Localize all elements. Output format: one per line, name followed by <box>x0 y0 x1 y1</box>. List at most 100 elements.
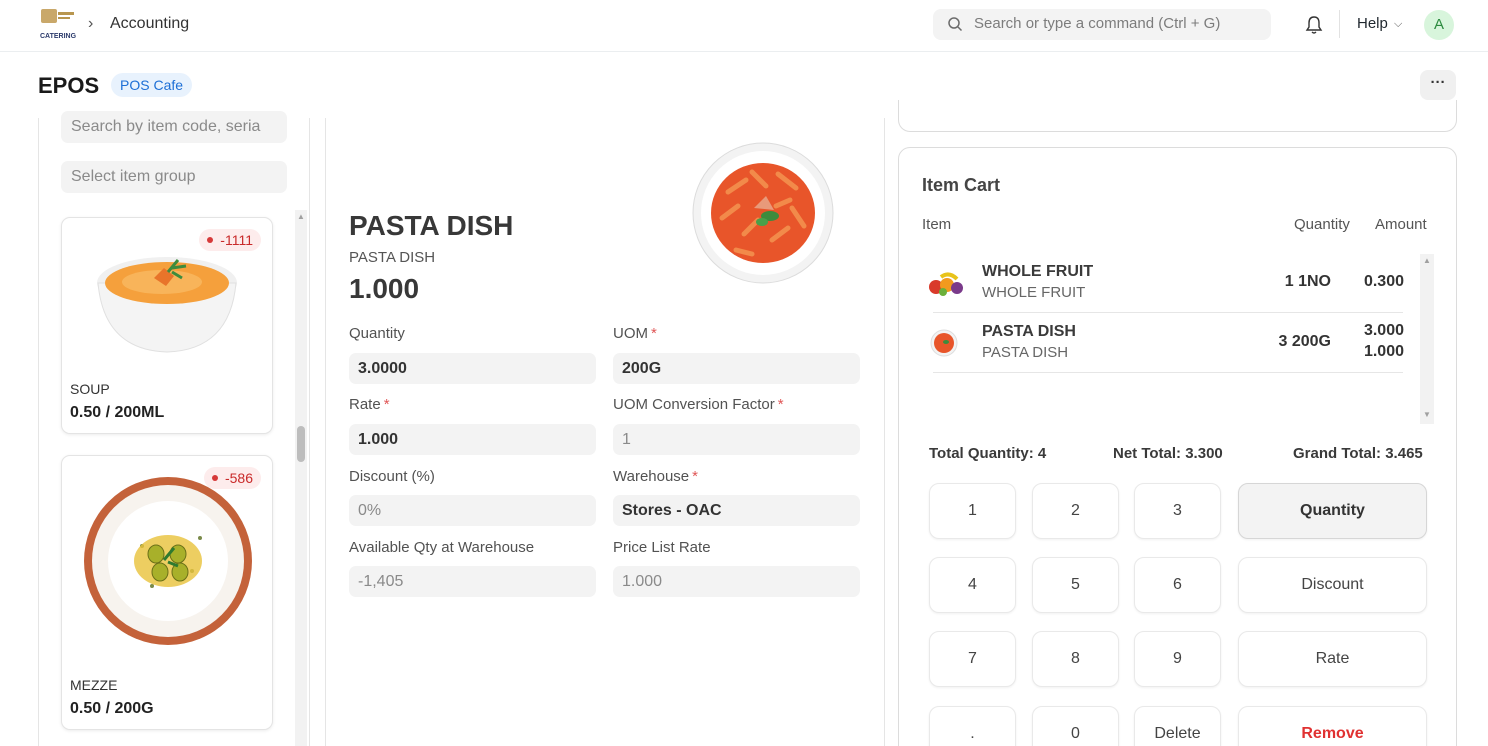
notification-bell-icon[interactable] <box>1304 14 1324 36</box>
item-details: PASTA DISH PASTA DISH 1.000 Quantity 3.0… <box>325 118 885 746</box>
awesomebar-search[interactable]: Search or type a command (Ctrl + G) <box>933 9 1271 40</box>
scrollbar-thumb[interactable] <box>297 426 305 462</box>
keypad-9-button[interactable]: 9 <box>1134 631 1221 687</box>
navbar-divider <box>1339 10 1340 38</box>
keypad-8-button[interactable]: 8 <box>1032 631 1119 687</box>
discount-field[interactable]: 0% <box>349 495 596 526</box>
chevron-down-icon[interactable]: ⌵ <box>1394 18 1402 31</box>
label-text: UOM Conversion Factor <box>613 396 775 413</box>
rate-field[interactable]: 1.000 <box>349 424 596 455</box>
keypad-dot-button[interactable]: . <box>929 706 1016 746</box>
company-logo[interactable]: CATERING <box>38 8 78 42</box>
item-image <box>692 142 834 284</box>
cart-item-rate: 1.000 <box>1363 343 1404 360</box>
total-quantity: Total Quantity: 4 <box>929 445 1047 462</box>
breadcrumb-chevron-icon: › <box>88 15 94 32</box>
keypad-1-button[interactable]: 1 <box>929 483 1016 539</box>
page-title: EPOS <box>38 73 100 98</box>
remove-item-button[interactable]: Remove <box>1238 706 1427 746</box>
item-name: MEZZE <box>70 677 118 693</box>
required-mark: * <box>777 396 784 413</box>
more-actions-button[interactable]: ··· <box>1420 70 1456 100</box>
keypad-0-button[interactable]: 0 <box>1032 706 1119 746</box>
uom-field[interactable]: 200G <box>613 353 860 384</box>
label-text: Quantity <box>349 325 405 342</box>
stock-status-dot-icon <box>211 475 218 482</box>
keypad-delete-button[interactable]: Delete <box>1134 706 1221 746</box>
rate-label: Rate * <box>349 396 390 413</box>
keypad-4-button[interactable]: 4 <box>929 557 1016 613</box>
scroll-up-arrow-icon[interactable]: ▲ <box>297 212 305 221</box>
stock-badge: -1111 <box>199 229 261 251</box>
item-card-mezze[interactable]: -586 MEZZE 0.50 / 200G <box>61 455 273 730</box>
keypad-7-button[interactable]: 7 <box>929 631 1016 687</box>
label-text: Price List Rate <box>613 539 711 556</box>
label-text: UOM <box>613 325 648 342</box>
keypad-5-button[interactable]: 5 <box>1032 557 1119 613</box>
stock-value: -586 <box>224 470 253 486</box>
navbar: CATERING › Accounting Search or type a c… <box>0 0 1488 52</box>
item-price: 0.50 / 200ML <box>70 404 165 421</box>
search-placeholder: Search or type a command (Ctrl + G) <box>974 15 1221 32</box>
cart-item-amount: 3.000 <box>1363 322 1404 339</box>
search-icon <box>948 17 963 32</box>
rate-mode-button[interactable]: Rate <box>1238 631 1427 687</box>
stock-status-dot-icon <box>207 237 214 244</box>
item-list-scrollbar[interactable] <box>295 210 307 746</box>
cart-scrollbar[interactable]: ▲ ▼ <box>1420 254 1434 424</box>
uom-conversion-field[interactable]: 1 <box>613 424 860 455</box>
item-selector: Search by item code, seria Select item g… <box>38 111 310 746</box>
customer-section-edge <box>898 100 1457 132</box>
logo-text: CATERING <box>40 33 77 40</box>
item-search-input[interactable]: Search by item code, seria <box>61 111 287 143</box>
item-title: PASTA DISH <box>349 210 514 241</box>
quantity-mode-button[interactable]: Quantity <box>1238 483 1427 539</box>
cart-item-whole-fruit[interactable]: WHOLE FRUIT WHOLE FRUIT 1 1NO 0.300 <box>929 253 1404 313</box>
available-qty-label: Available Qty at Warehouse <box>349 539 534 556</box>
item-subtitle: PASTA DISH <box>349 249 436 266</box>
label-text: Rate <box>349 396 381 413</box>
whole-fruit-thumbnail <box>929 272 963 296</box>
cart-item-name: WHOLE FRUIT <box>982 263 1094 280</box>
cart-item-qty: 1 1NO <box>1284 273 1331 290</box>
net-total: Net Total: 3.300 <box>1113 445 1223 462</box>
quantity-field[interactable]: 3.0000 <box>349 353 596 384</box>
required-mark: * <box>383 396 390 413</box>
uom-conversion-label: UOM Conversion Factor * <box>613 396 784 413</box>
cart-item-amount: 0.300 <box>1363 273 1404 290</box>
help-dropdown[interactable]: Help <box>1357 15 1388 32</box>
discount-mode-button[interactable]: Discount <box>1238 557 1427 613</box>
item-group-select[interactable]: Select item group <box>61 161 287 193</box>
keypad-3-button[interactable]: 3 <box>1134 483 1221 539</box>
breadcrumb-accounting[interactable]: Accounting <box>110 15 189 33</box>
stock-value: -1111 <box>220 232 253 248</box>
required-mark: * <box>692 468 698 485</box>
cart-header-amount: Amount <box>1375 216 1427 233</box>
price-list-rate-field: 1.000 <box>613 566 860 597</box>
cart-item-desc: PASTA DISH <box>982 344 1069 361</box>
stock-badge: -586 <box>203 467 261 489</box>
item-name: SOUP <box>70 381 110 397</box>
cart-title: Item Cart <box>922 175 1001 195</box>
cart-item-pasta-dish[interactable]: PASTA DISH PASTA DISH 3 200G 3.000 1.000 <box>930 313 1404 373</box>
soup-image <box>97 257 237 353</box>
item-card-soup[interactable]: -1111 SOUP 0.50 / 200ML <box>61 217 273 434</box>
discount-label: Discount (%) <box>349 468 435 485</box>
quantity-label: Quantity <box>349 325 405 342</box>
available-qty-field: -1,405 <box>349 566 596 597</box>
warehouse-label: Warehouse * <box>613 468 698 485</box>
warehouse-field[interactable]: Stores - OAC <box>613 495 860 526</box>
keypad-6-button[interactable]: 6 <box>1134 557 1221 613</box>
scroll-down-arrow-icon[interactable]: ▼ <box>1423 410 1431 419</box>
item-price-display: 1.000 <box>349 273 420 304</box>
cart-item-desc: WHOLE FRUIT <box>982 284 1086 301</box>
cart-header-quantity: Quantity <box>1294 216 1350 233</box>
item-cart: Item Cart Item Quantity Amount WHOLE FRU… <box>898 147 1457 746</box>
label-text: Available Qty at Warehouse <box>349 539 535 556</box>
cart-header-item: Item <box>922 216 952 233</box>
keypad-2-button[interactable]: 2 <box>1032 483 1119 539</box>
scroll-up-arrow-icon[interactable]: ▲ <box>1423 256 1431 265</box>
pasta-dish-thumbnail <box>930 329 958 357</box>
label-text: Discount (%) <box>349 468 435 485</box>
user-avatar[interactable]: A <box>1424 10 1454 40</box>
